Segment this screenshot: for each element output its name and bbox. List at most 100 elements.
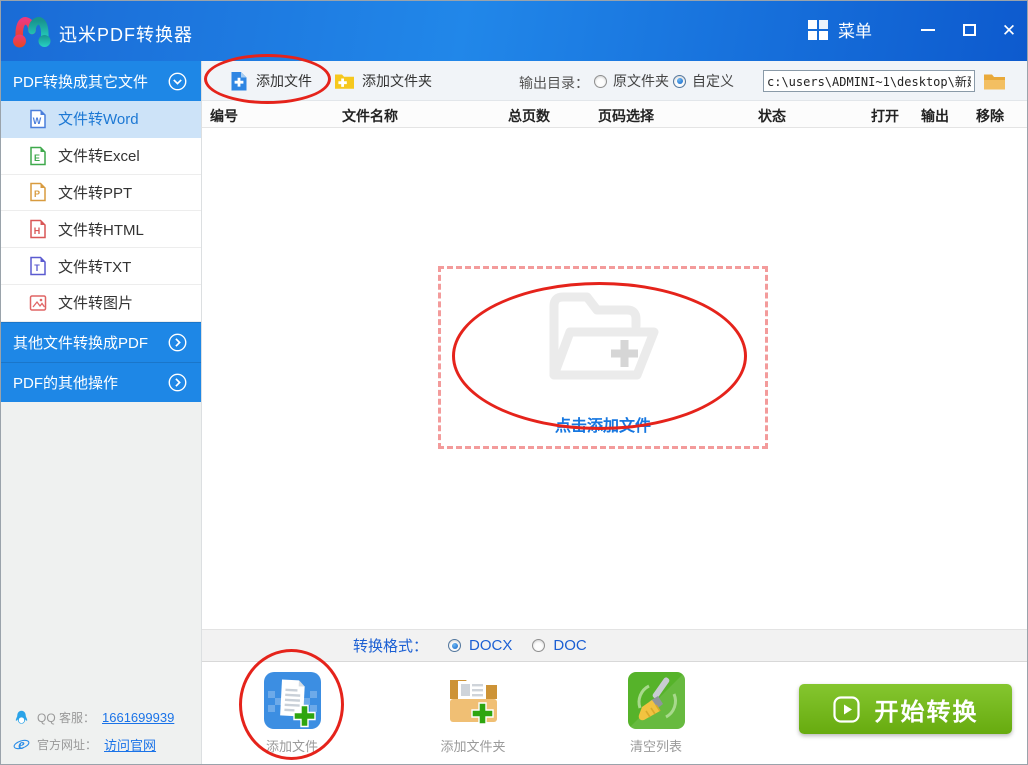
col-number: 编号	[210, 108, 238, 124]
start-convert-label: 开始转换	[874, 698, 979, 726]
col-output: 输出	[921, 108, 949, 124]
bottom-add-folder-button[interactable]: 添加文件夹	[425, 672, 521, 755]
sidebar-section-other-to-pdf[interactable]: 其他文件转换成PDF	[1, 321, 201, 362]
start-convert-button[interactable]: 开始转换	[799, 684, 1012, 734]
svg-text:H: H	[34, 226, 41, 236]
svg-text:P: P	[34, 189, 40, 199]
doc-label[interactable]: DOC	[553, 637, 586, 654]
sidebar-item-label: 文件转PPT	[58, 184, 133, 202]
sidebar-item-ppt[interactable]: P 文件转PPT	[1, 174, 201, 212]
support-links: QQ 客服： 1661699939 e 官方网址： 访问官网	[13, 700, 174, 754]
output-path-input[interactable]	[763, 70, 975, 92]
svg-text:W: W	[33, 116, 42, 126]
format-bar: 转换格式： DOCX DOC	[202, 629, 1027, 662]
ie-browser-icon: e	[13, 737, 30, 753]
add-folder-big-icon	[449, 680, 497, 725]
close-button[interactable]: ✕	[996, 17, 1022, 43]
docx-label[interactable]: DOCX	[469, 637, 512, 654]
radio-original-label[interactable]: 原文件夹	[613, 71, 669, 91]
top-toolbar: 添加文件 添加文件夹 输出目录： 原文件夹 自定义	[202, 61, 1027, 101]
bottom-add-folder-label: 添加文件夹	[440, 739, 506, 754]
radio-custom-folder[interactable]: 自定义	[673, 61, 734, 101]
add-file-button[interactable]: 添加文件	[229, 61, 312, 101]
col-pages: 总页数	[508, 108, 550, 124]
dropzone-add-files[interactable]: 点击添加文件	[438, 266, 768, 449]
browse-folder-icon	[983, 74, 1005, 90]
radio-circle[interactable]	[673, 74, 686, 88]
add-folder-label: 添加文件夹	[362, 73, 432, 89]
qq-number-link[interactable]: 1661699939	[102, 710, 174, 725]
close-icon: ✕	[1001, 20, 1017, 40]
dropzone-hint: 点击添加文件	[554, 418, 651, 435]
chevron-right-circle-icon	[168, 333, 187, 352]
chevron-down-circle-icon	[168, 72, 187, 90]
format-label: 转换格式：	[353, 638, 429, 655]
menu-label: 菜单	[838, 22, 872, 41]
radio-custom-label[interactable]: 自定义	[692, 71, 734, 91]
qq-label: QQ 客服：	[37, 711, 96, 725]
sidebar-section-pdf-to-other[interactable]: PDF转换成其它文件	[1, 61, 201, 101]
word-file-icon: W	[30, 109, 46, 129]
qq-icon	[15, 710, 28, 724]
section-label: 其他文件转换成PDF	[13, 334, 149, 352]
sidebar-item-excel[interactable]: E 文件转Excel	[1, 137, 201, 175]
sidebar-item-label: 文件转Word	[58, 111, 139, 129]
sidebar: PDF转换成其它文件 W 文件转Word E 文件转Excel P 文件转PPT…	[1, 61, 202, 764]
file-table-header: 编号 文件名称 总页数 页码选择 状态 打开 输出 移除	[202, 101, 1027, 128]
col-filename: 文件名称	[342, 108, 398, 124]
radio-original-folder[interactable]: 原文件夹	[594, 61, 669, 101]
section-label: PDF的其他操作	[13, 374, 119, 392]
svg-text:T: T	[34, 263, 40, 273]
radio-circle[interactable]	[532, 639, 546, 652]
add-file-big-icon	[263, 672, 321, 729]
svg-text:e: e	[18, 737, 25, 753]
minimize-button[interactable]	[915, 17, 941, 43]
col-status: 状态	[758, 108, 786, 124]
radio-circle[interactable]	[448, 639, 462, 652]
maximize-icon	[962, 24, 976, 36]
app-window: 迅米PDF转换器 菜单 ✕ PDF转换成其它文件 W 文件转Word E 文件转…	[0, 0, 1028, 765]
menu-button[interactable]: 菜单	[807, 17, 872, 42]
ppt-file-icon: P	[30, 183, 46, 202]
sidebar-item-label: 文件转HTML	[58, 221, 144, 239]
col-remove: 移除	[976, 108, 1004, 124]
bottom-add-file-label: 添加文件	[265, 739, 318, 754]
col-page-select: 页码选择	[598, 108, 654, 124]
sidebar-item-txt[interactable]: T 文件转TXT	[1, 248, 201, 285]
sidebar-item-word[interactable]: W 文件转Word	[1, 101, 201, 138]
excel-file-icon: E	[30, 146, 46, 165]
add-file-icon	[231, 71, 247, 90]
bottom-action-bar: 添加文件 添加文件夹 清空列表 开始转换	[202, 662, 1027, 764]
image-file-icon	[29, 295, 47, 311]
radio-format-docx[interactable]: DOCX	[448, 637, 512, 654]
add-folder-button[interactable]: 添加文件夹	[334, 61, 432, 101]
svg-text:E: E	[34, 153, 40, 163]
maximize-button[interactable]	[956, 17, 982, 43]
clear-list-broom-icon	[627, 672, 685, 729]
clear-list-label: 清空列表	[629, 739, 682, 754]
sidebar-item-html[interactable]: H 文件转HTML	[1, 211, 201, 249]
bottom-add-file-button[interactable]: 添加文件	[244, 672, 340, 755]
sidebar-item-label: 文件转TXT	[58, 258, 132, 276]
html-file-icon: H	[30, 220, 46, 239]
radio-circle[interactable]	[594, 74, 607, 88]
play-icon	[832, 695, 860, 723]
chevron-right-circle-icon	[168, 373, 187, 392]
sidebar-item-image[interactable]: 文件转图片	[1, 284, 201, 322]
radio-format-doc[interactable]: DOC	[532, 637, 587, 654]
grid-menu-icon	[808, 19, 828, 40]
clear-list-button[interactable]: 清空列表	[608, 672, 704, 755]
col-open: 打开	[871, 108, 899, 124]
website-label: 官方网址：	[37, 738, 98, 752]
browse-folder-button[interactable]	[981, 70, 1007, 92]
app-logo-icon	[11, 10, 53, 57]
output-dir-label: 输出目录：	[519, 75, 589, 91]
title-bar: 迅米PDF转换器 菜单 ✕	[1, 1, 1027, 61]
minimize-icon	[921, 29, 935, 31]
sidebar-section-pdf-ops[interactable]: PDF的其他操作	[1, 361, 201, 402]
file-list-area: 点击添加文件	[202, 128, 1027, 629]
website-link[interactable]: 访问官网	[104, 735, 156, 754]
txt-file-icon: T	[30, 256, 46, 276]
sidebar-item-label: 文件转Excel	[58, 148, 140, 166]
open-folder-plus-icon	[549, 292, 659, 380]
